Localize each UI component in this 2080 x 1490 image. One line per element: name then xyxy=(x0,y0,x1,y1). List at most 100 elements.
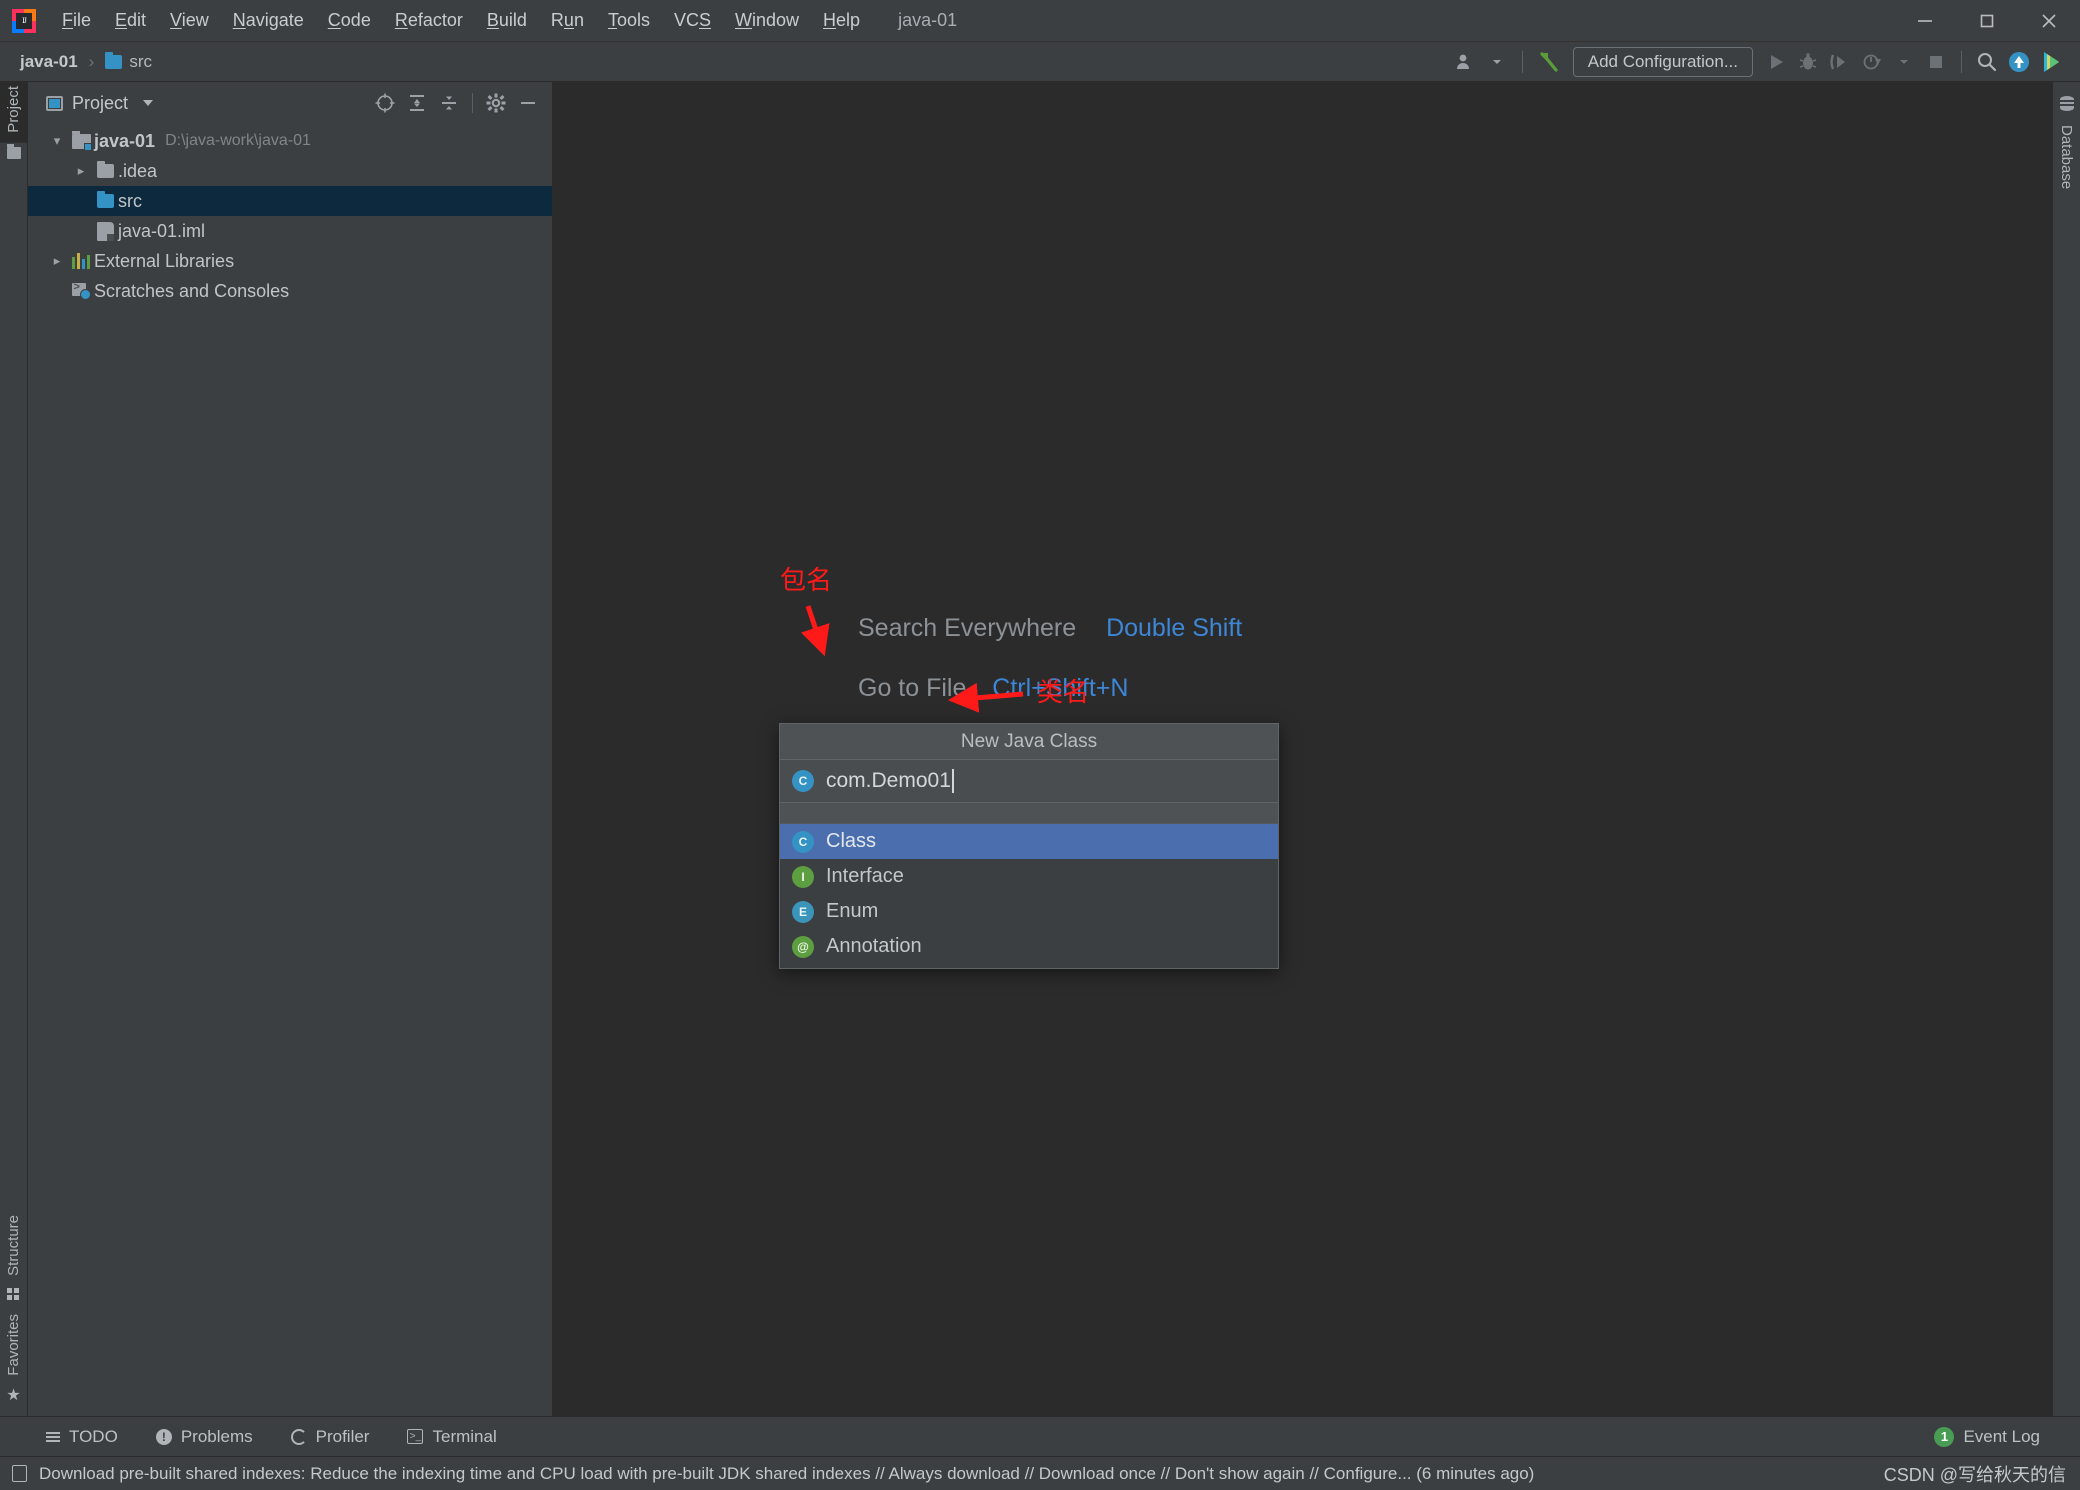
chevron-right-icon[interactable]: ▸ xyxy=(70,163,92,179)
tree-label: java-01 xyxy=(94,131,165,152)
search-icon[interactable] xyxy=(1972,47,2002,77)
project-view-icon xyxy=(46,96,63,111)
project-panel-title[interactable]: Project xyxy=(46,93,153,114)
debug-icon[interactable] xyxy=(1793,47,1823,77)
notification-icon[interactable] xyxy=(12,1465,27,1482)
problems-icon: ! xyxy=(156,1429,172,1445)
close-button[interactable] xyxy=(2018,0,2080,42)
tab-terminal[interactable]: >_ Terminal xyxy=(401,1423,502,1451)
stop-icon[interactable] xyxy=(1921,47,1951,77)
update-project-icon[interactable] xyxy=(2004,47,2034,77)
tree-row-java-01[interactable]: ▾ java-01 D:\java-work\java-01 xyxy=(28,126,552,156)
collapse-all-icon[interactable] xyxy=(435,89,463,117)
scratches-icon xyxy=(68,283,94,300)
menu-vcs[interactable]: VCS xyxy=(662,6,723,35)
hint-label: Go to File xyxy=(858,674,966,702)
tab-label: TODO xyxy=(69,1427,118,1447)
tab-todo[interactable]: TODO xyxy=(40,1423,124,1451)
tree-row-iml[interactable]: java-01.iml xyxy=(28,216,552,246)
list-item-label: Annotation xyxy=(826,935,922,958)
tree-label: .idea xyxy=(118,161,167,182)
gear-icon[interactable] xyxy=(482,89,510,117)
toolbar-divider-2 xyxy=(1961,51,1962,73)
window-controls xyxy=(1894,0,2080,42)
sidebar-item-project[interactable]: Project xyxy=(0,82,27,143)
menu-help[interactable]: Help xyxy=(811,6,872,35)
breadcrumb-item-src[interactable]: src xyxy=(101,50,156,74)
list-item-interface[interactable]: I Interface xyxy=(780,859,1278,894)
editor-area[interactable]: Search Everywhere Double Shift Go to Fil… xyxy=(553,82,2052,1416)
breadcrumb-label: java-01 xyxy=(20,52,78,72)
window-title: java-01 xyxy=(898,10,957,31)
crosshair-icon[interactable] xyxy=(371,89,399,117)
breadcrumb-item-project[interactable]: java-01 xyxy=(16,50,82,74)
add-configuration-label: Add Configuration... xyxy=(1588,52,1738,72)
list-item-enum[interactable]: E Enum xyxy=(780,894,1278,929)
run-icon[interactable] xyxy=(1761,47,1791,77)
tree-row-scratches[interactable]: Scratches and Consoles xyxy=(28,276,552,306)
minimize-button[interactable] xyxy=(1894,0,1956,42)
class-name-input-value: com.Demo01 xyxy=(826,769,954,793)
new-java-class-popup[interactable]: New Java Class C com.Demo01 C Class I In… xyxy=(779,723,1279,969)
menu-code[interactable]: Code xyxy=(316,6,383,35)
profile-icon[interactable] xyxy=(1857,47,1887,77)
idea-assistant-icon[interactable] xyxy=(2036,47,2068,77)
tree-row-idea[interactable]: ▸ .idea xyxy=(28,156,552,186)
chevron-right-icon[interactable]: ▸ xyxy=(46,253,68,269)
minimize-panel-icon[interactable] xyxy=(514,89,542,117)
main-body: Project Structure Favorites ★ xyxy=(0,82,2080,1416)
editor-shortcut-hints: Search Everywhere Double Shift Go to Fil… xyxy=(553,82,2052,1416)
tree-row-src[interactable]: src xyxy=(28,186,552,216)
tab-profiler[interactable]: Profiler xyxy=(285,1423,376,1451)
class-kind-list: C Class I Interface E Enum @ Annotation xyxy=(780,823,1278,968)
main-toolbar: Add Configuration... xyxy=(1450,42,2068,82)
interface-icon: I xyxy=(792,866,814,888)
event-log-badge: 1 xyxy=(1934,1427,1954,1447)
intellij-idea-window: IJ File Edit View Navigate Code Refactor… xyxy=(0,0,2080,1490)
stripe-label: Favorites xyxy=(5,1314,22,1376)
star-icon: ★ xyxy=(6,1388,20,1404)
chevron-down-icon[interactable] xyxy=(143,100,153,106)
terminal-icon: >_ xyxy=(407,1429,423,1444)
tab-label: Problems xyxy=(181,1427,253,1447)
menu-file[interactable]: File xyxy=(50,6,103,35)
sidebar-item-structure[interactable]: Structure xyxy=(0,1211,27,1286)
user-icon[interactable] xyxy=(1450,47,1480,77)
tab-problems[interactable]: ! Problems xyxy=(150,1423,259,1451)
breadcrumb-label: src xyxy=(129,52,152,72)
tab-label: Profiler xyxy=(316,1427,370,1447)
menu-run[interactable]: Run xyxy=(539,6,596,35)
tree-row-external-libraries[interactable]: ▸ External Libraries xyxy=(28,246,552,276)
menu-edit[interactable]: Edit xyxy=(103,6,158,35)
class-name-input[interactable]: C com.Demo01 xyxy=(780,760,1278,803)
intellij-idea-logo-icon: IJ xyxy=(12,9,36,33)
text-caret xyxy=(952,769,954,793)
tab-event-log[interactable]: 1 Event Log xyxy=(1934,1427,2040,1447)
menu-build[interactable]: Build xyxy=(475,6,539,35)
sidebar-item-database[interactable]: Database xyxy=(2053,115,2080,193)
menu-tools[interactable]: Tools xyxy=(596,6,662,35)
menu-navigate[interactable]: Navigate xyxy=(221,6,316,35)
project-folder-icon xyxy=(7,147,21,159)
panel-divider xyxy=(472,93,473,113)
list-item-class[interactable]: C Class xyxy=(780,824,1278,859)
run-with-coverage-icon[interactable] xyxy=(1825,47,1855,77)
left-tool-stripe: Project Structure Favorites ★ xyxy=(0,82,28,1416)
menu-window[interactable]: Window xyxy=(723,6,811,35)
list-item-annotation[interactable]: @ Annotation xyxy=(780,929,1278,964)
maximize-button[interactable] xyxy=(1956,0,2018,42)
menu-view[interactable]: View xyxy=(158,6,221,35)
annotation-class-name: 类名 xyxy=(1037,672,1089,709)
menu-refactor[interactable]: Refactor xyxy=(383,6,475,35)
add-configuration-button[interactable]: Add Configuration... xyxy=(1573,47,1753,77)
chevron-down-icon[interactable] xyxy=(1482,47,1512,77)
profile-chevron-down-icon[interactable] xyxy=(1889,47,1919,77)
todo-icon xyxy=(46,1432,60,1442)
expand-all-icon[interactable] xyxy=(403,89,431,117)
tree-label: java-01.iml xyxy=(118,221,215,242)
build-hammer-icon[interactable] xyxy=(1533,47,1565,77)
chevron-down-icon[interactable]: ▾ xyxy=(46,133,68,149)
list-item-label: Enum xyxy=(826,900,878,923)
sidebar-item-favorites[interactable]: Favorites xyxy=(0,1310,27,1386)
popup-title: New Java Class xyxy=(780,724,1278,760)
